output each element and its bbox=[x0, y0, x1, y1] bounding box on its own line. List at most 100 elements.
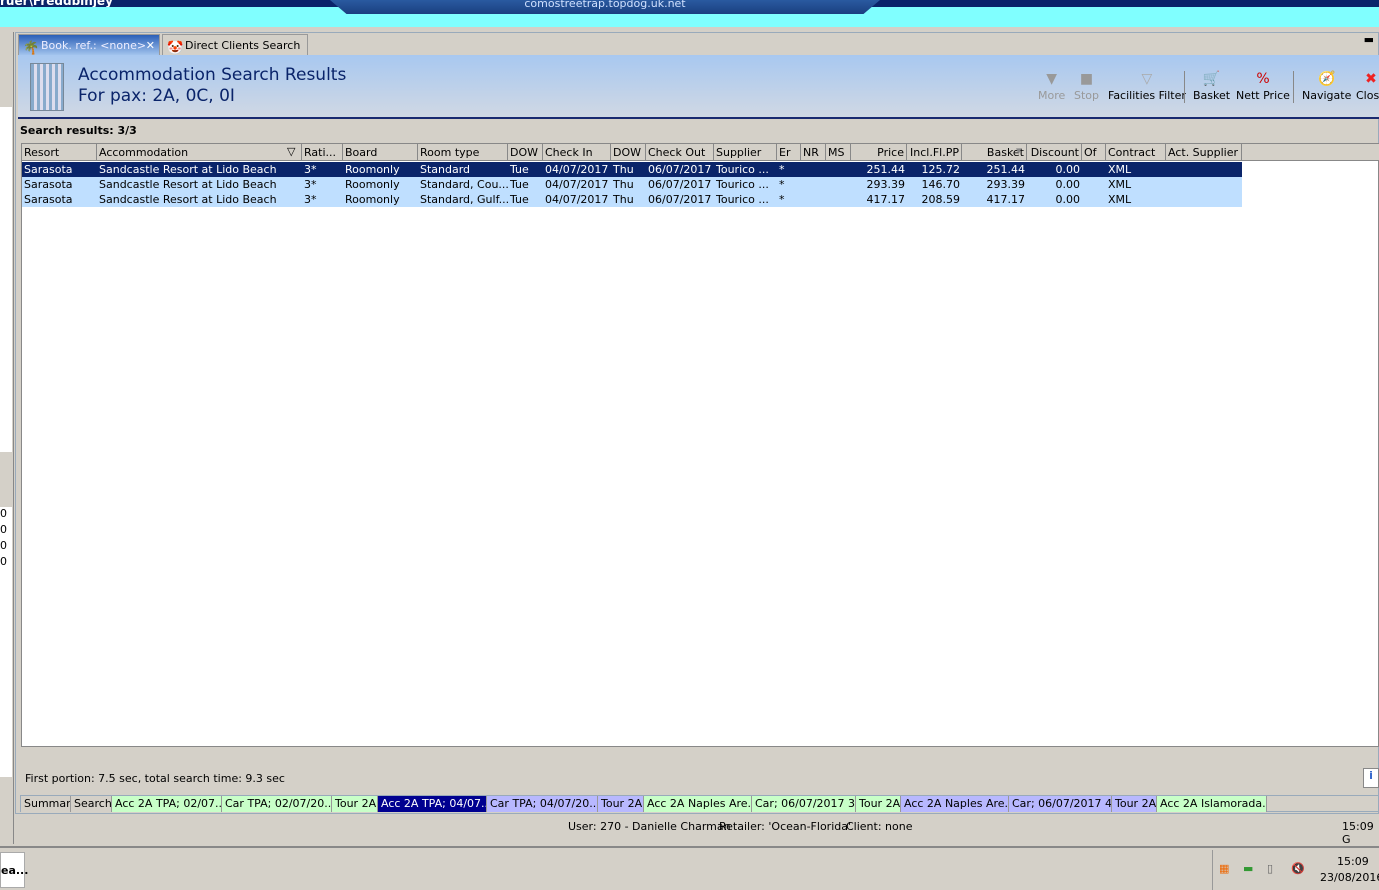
table-cell bbox=[801, 162, 826, 177]
toolbar-separator bbox=[1293, 71, 1294, 103]
booking-items-tabs: SummarySearchAcc 2A TPA; 02/07...Car TPA… bbox=[20, 795, 1379, 812]
booking-item-tab[interactable]: Summary bbox=[21, 796, 71, 812]
booking-item-tab[interactable]: Tour 2A bbox=[332, 796, 378, 812]
info-icon[interactable]: i bbox=[1363, 768, 1379, 788]
column-header[interactable]: Price bbox=[851, 144, 907, 161]
left-panel: 0 0 0 0 bbox=[0, 32, 14, 844]
booking-item-tab[interactable]: Car TPA; 02/07/20... bbox=[222, 796, 332, 812]
compass-icon: 🧭 bbox=[1317, 71, 1336, 87]
table-cell: 3* bbox=[304, 178, 317, 191]
booking-item-tab[interactable]: Tour 2A bbox=[598, 796, 644, 812]
table-cell: Tourico ... bbox=[716, 193, 769, 206]
results-count: Search results: 3/3 bbox=[20, 124, 137, 137]
column-header[interactable]: Board bbox=[343, 144, 418, 161]
booking-item-tab[interactable]: Search bbox=[71, 796, 112, 812]
table-cell: Roomonly bbox=[345, 163, 400, 176]
table-row[interactable]: Sarasota Sandcastle Resort at Lido Beach 3… bbox=[22, 192, 1242, 207]
booking-item-tab[interactable]: Tour 2A bbox=[1112, 796, 1157, 812]
nett-price-button[interactable]: % Nett Price bbox=[1236, 69, 1290, 102]
column-header[interactable]: Rati... bbox=[302, 144, 343, 161]
stop-button[interactable]: ■ Stop bbox=[1074, 69, 1099, 102]
column-header[interactable]: Er bbox=[777, 144, 801, 161]
table-cell: Sarasota bbox=[24, 193, 73, 206]
network-icon[interactable]: ▯ bbox=[1267, 862, 1273, 875]
navigate-button[interactable]: 🧭 Navigate bbox=[1302, 69, 1351, 102]
column-header[interactable]: Resort bbox=[22, 144, 97, 161]
column-header[interactable]: NR bbox=[801, 144, 826, 161]
booking-item-tab[interactable]: Acc 2A Naples Are... bbox=[901, 796, 1009, 812]
clock-time[interactable]: 15:09 bbox=[1337, 855, 1369, 868]
table-cell: 208.59 bbox=[921, 193, 961, 206]
volume-muted-icon[interactable]: 🔇 bbox=[1291, 862, 1305, 875]
antivirus-icon[interactable]: ▦ bbox=[1219, 862, 1229, 875]
table-cell bbox=[1166, 162, 1242, 177]
system-tray: ▦ ▬ ▯ 🔇 15:09 23/08/2016 bbox=[1212, 850, 1379, 890]
booking-item-tab[interactable]: Acc 2A TPA; 04/07... bbox=[378, 796, 487, 812]
tab-booking[interactable]: 🌴 Book. ref.: <none> ✕ bbox=[18, 34, 160, 56]
table-cell: 146.70 bbox=[921, 178, 961, 191]
booking-item-tab[interactable]: Car; 06/07/2017 4d bbox=[1009, 796, 1112, 812]
sort-icon: ▾ bbox=[1016, 144, 1022, 157]
left-values: 0 0 0 0 bbox=[0, 507, 12, 777]
left-value: 0 bbox=[0, 523, 7, 536]
grid-header: Resort Accommodation Rati... Board Room type… bbox=[22, 144, 1379, 161]
left-value: 0 bbox=[0, 507, 7, 520]
minimize-icon[interactable]: ▬ bbox=[1364, 33, 1374, 46]
clock-date[interactable]: 23/08/2016 bbox=[1320, 871, 1379, 884]
taskbar-button[interactable]: ea... bbox=[0, 852, 28, 888]
booking-item-tab[interactable]: Tour 2A bbox=[856, 796, 901, 812]
table-cell: 06/07/2017 bbox=[648, 178, 712, 191]
table-cell: 293.39 bbox=[866, 178, 906, 191]
table-cell: 417.17 bbox=[986, 193, 1026, 206]
table-cell: 0.00 bbox=[1055, 193, 1081, 206]
column-header[interactable]: Discount bbox=[1027, 144, 1082, 161]
toolbar-separator bbox=[1184, 71, 1185, 103]
table-cell: 3* bbox=[304, 193, 317, 206]
remote-host: comostreetrap.topdog.uk.net bbox=[524, 0, 686, 10]
filter-icon[interactable]: ▽ bbox=[287, 145, 295, 158]
close-icon[interactable]: ✕ bbox=[146, 35, 155, 57]
table-cell: Sarasota bbox=[24, 178, 73, 191]
tab-direct-clients-search[interactable]: 🤡 Direct Clients Search bbox=[162, 34, 308, 56]
booking-item-tab[interactable]: Acc 2A Naples Are... bbox=[644, 796, 752, 812]
table-cell bbox=[801, 177, 826, 192]
taskbar: ea... ▦ ▬ ▯ 🔇 15:09 23/08/2016 bbox=[0, 846, 1379, 890]
status-client: Client: none bbox=[846, 820, 913, 833]
column-header[interactable]: Incl.Fl.PP bbox=[907, 144, 962, 161]
table-cell bbox=[801, 192, 826, 207]
booking-item-tab[interactable]: Car; 06/07/2017 3d bbox=[752, 796, 856, 812]
close-button[interactable]: ✖Close bbox=[1356, 69, 1379, 102]
column-header[interactable]: Supplier bbox=[714, 144, 777, 161]
column-header[interactable]: DOW bbox=[508, 144, 543, 161]
table-cell: Roomonly bbox=[345, 193, 400, 206]
column-header[interactable]: Check In bbox=[543, 144, 611, 161]
table-cell: Sandcastle Resort at Lido Beach bbox=[99, 193, 277, 206]
status-time: 15:09 G bbox=[1342, 820, 1374, 846]
tab-label: Direct Clients Search bbox=[185, 39, 301, 52]
table-row[interactable]: Sarasota Sandcastle Resort at Lido Beach 3… bbox=[22, 177, 1242, 192]
table-cell: * bbox=[779, 193, 785, 206]
network-card-icon[interactable]: ▬ bbox=[1243, 862, 1253, 875]
column-header[interactable]: DOW bbox=[611, 144, 646, 161]
remote-desktop-bar: comostreetrap.topdog.uk.net bbox=[330, 0, 880, 14]
basket-button[interactable]: 🛒 Basket bbox=[1193, 69, 1230, 102]
table-cell: 293.39 bbox=[986, 178, 1026, 191]
funnel-icon: ▽ bbox=[1141, 71, 1153, 87]
booking-item-tab[interactable]: Car TPA; 04/07/20... bbox=[487, 796, 598, 812]
column-header[interactable]: Accommodation bbox=[97, 144, 302, 161]
column-header[interactable]: MS bbox=[826, 144, 851, 161]
booking-item-tab[interactable]: Acc 2A Islamorada... bbox=[1157, 796, 1267, 812]
column-header[interactable]: Of bbox=[1082, 144, 1106, 161]
column-header[interactable]: Check Out bbox=[646, 144, 714, 161]
more-button[interactable]: ▼ More bbox=[1038, 69, 1065, 102]
status-user: User: 270 - Danielle Charman bbox=[568, 820, 731, 833]
table-cell: Sarasota bbox=[24, 163, 73, 176]
facilities-filter-button[interactable]: ▽ Facilities Filter bbox=[1108, 69, 1186, 102]
column-header[interactable]: Room type bbox=[418, 144, 508, 161]
table-cell: 0.00 bbox=[1055, 163, 1081, 176]
booking-item-tab[interactable]: Acc 2A TPA; 02/07... bbox=[112, 796, 222, 812]
column-header[interactable]: Act. Supplier bbox=[1166, 144, 1242, 161]
table-row[interactable]: Sarasota Sandcastle Resort at Lido Beach 3… bbox=[22, 162, 1242, 177]
column-header[interactable]: Contract bbox=[1106, 144, 1166, 161]
table-cell: XML bbox=[1108, 178, 1132, 191]
